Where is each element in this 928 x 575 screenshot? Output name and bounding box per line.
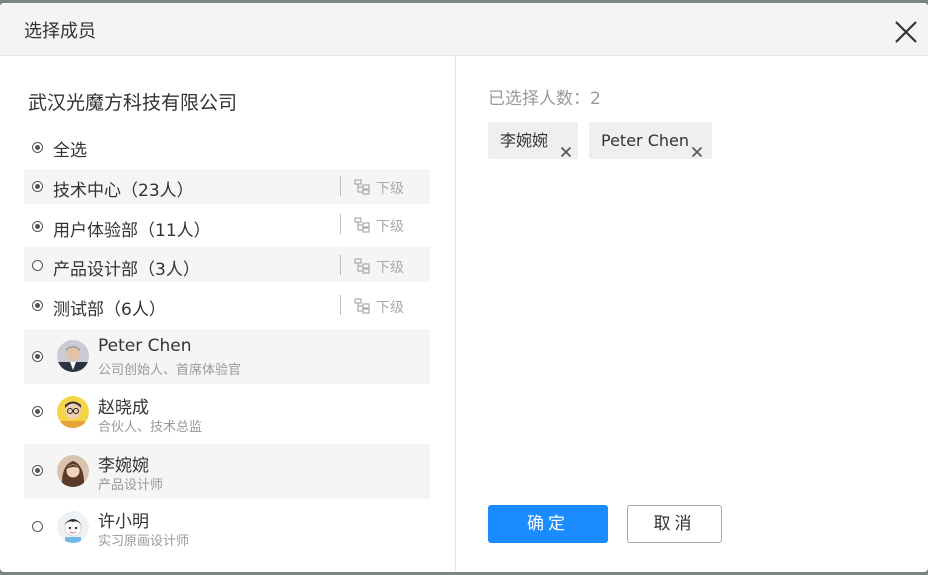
member-name: 赵晓成 [98,398,149,418]
close-icon[interactable] [893,19,919,45]
divider [340,255,341,275]
member-radio[interactable] [32,406,43,417]
select-members-dialog: 选择成员 武汉光魔方科技有限公司 全选 技术中心（23人） 下级 用户体验部（1… [0,3,928,572]
select-all-radio[interactable] [32,142,43,153]
sub-level-link[interactable]: 下级 [376,257,404,277]
member-row[interactable]: 赵晓成 合伙人、技术总监 [24,386,430,441]
member-row[interactable]: 李婉婉 产品设计师 [24,444,430,499]
org-tree-icon[interactable] [354,298,370,314]
select-all-label: 全选 [53,141,87,161]
member-role: 产品设计师 [98,478,164,493]
department-label: 用户体验部（11人） [53,221,211,241]
member-row[interactable]: 许小明 实习原画设计师 [24,501,430,556]
org-tree-icon[interactable] [354,217,370,233]
divider [340,214,341,234]
member-picker-panel: 武汉光魔方科技有限公司 全选 技术中心（23人） 下级 用户体验部（11人） 下… [0,56,455,572]
avatar [57,340,89,372]
department-label: 技术中心（23人） [53,181,194,201]
department-label: 测试部（6人） [53,300,166,320]
member-row[interactable]: Peter Chen 公司创始人、首席体验官 [24,329,430,384]
org-tree-icon[interactable] [354,258,370,274]
department-radio[interactable] [32,260,43,271]
dialog-title: 选择成员 [24,21,96,42]
dialog-header: 选择成员 [0,3,928,56]
avatar [57,511,89,543]
company-name: 武汉光魔方科技有限公司 [28,92,238,114]
cancel-button[interactable]: 取消 [627,505,722,543]
divider [340,295,341,315]
select-all-row[interactable]: 全选 [24,134,430,161]
department-radio[interactable] [32,221,43,232]
sub-level-link[interactable]: 下级 [376,178,404,198]
sub-level-link[interactable]: 下级 [376,216,404,236]
remove-icon[interactable] [691,134,703,158]
avatar [57,455,89,487]
department-radio[interactable] [32,181,43,192]
department-row[interactable]: 测试部（6人） 下级 [24,288,430,323]
confirm-button[interactable]: 确定 [488,505,608,543]
remove-icon[interactable] [560,134,572,158]
member-radio[interactable] [32,351,43,362]
member-name: 李婉婉 [98,456,149,476]
sub-level-link[interactable]: 下级 [376,297,404,317]
selected-panel: 已选择人数：2 李婉婉 Peter Chen 确定 取消 [456,56,928,572]
member-name: Peter Chen [98,336,192,356]
selected-tag-name: Peter Chen [601,131,689,150]
divider [340,176,341,196]
selected-tag: Peter Chen [589,122,712,159]
selected-tag-name: 李婉婉 [500,131,549,150]
department-radio[interactable] [32,300,43,311]
member-name: 许小明 [98,512,149,532]
member-role: 公司创始人、首席体验官 [98,363,242,378]
department-label: 产品设计部（3人） [53,260,200,280]
member-role: 实习原画设计师 [98,534,190,549]
org-tree-icon[interactable] [354,179,370,195]
member-radio[interactable] [32,465,43,476]
department-row[interactable]: 用户体验部（11人） 下级 [24,209,430,244]
selected-count: 已选择人数：2 [488,89,601,109]
member-role: 合伙人、技术总监 [98,420,203,435]
department-row[interactable]: 技术中心（23人） 下级 [24,169,430,204]
avatar [57,396,89,428]
member-radio[interactable] [32,521,43,532]
selected-tag: 李婉婉 [488,122,578,159]
department-row[interactable]: 产品设计部（3人） 下级 [24,247,430,282]
